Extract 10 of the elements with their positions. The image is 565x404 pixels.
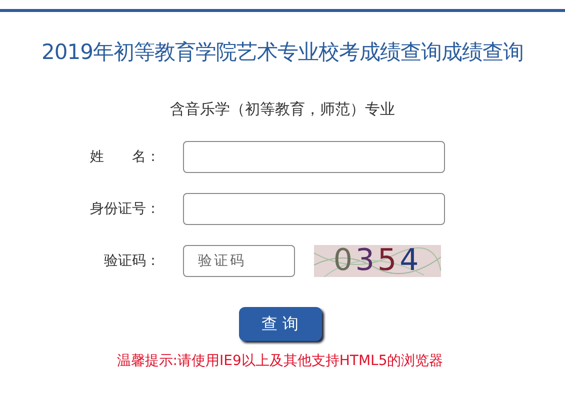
- input-field[interactable]: [183, 141, 445, 173]
- input-field[interactable]: [183, 193, 445, 225]
- field-label: 身份证号：: [89, 200, 161, 218]
- subtitle: 含音乐学（初等教育，师范）专业: [169, 100, 396, 119]
- field-label: 验证码：: [103, 252, 161, 270]
- query-button[interactable]: 查 询: [238, 307, 322, 341]
- browser-notice: 温馨提示:请使用IE9以上及其他支持HTML5的浏览器: [116, 352, 444, 370]
- field-label: 姓 名：: [89, 148, 161, 166]
- page-title: 2019年初等教育学院艺术专业校考成绩查询成绩查询: [40, 39, 524, 66]
- captcha-field[interactable]: 验证码: [183, 245, 295, 277]
